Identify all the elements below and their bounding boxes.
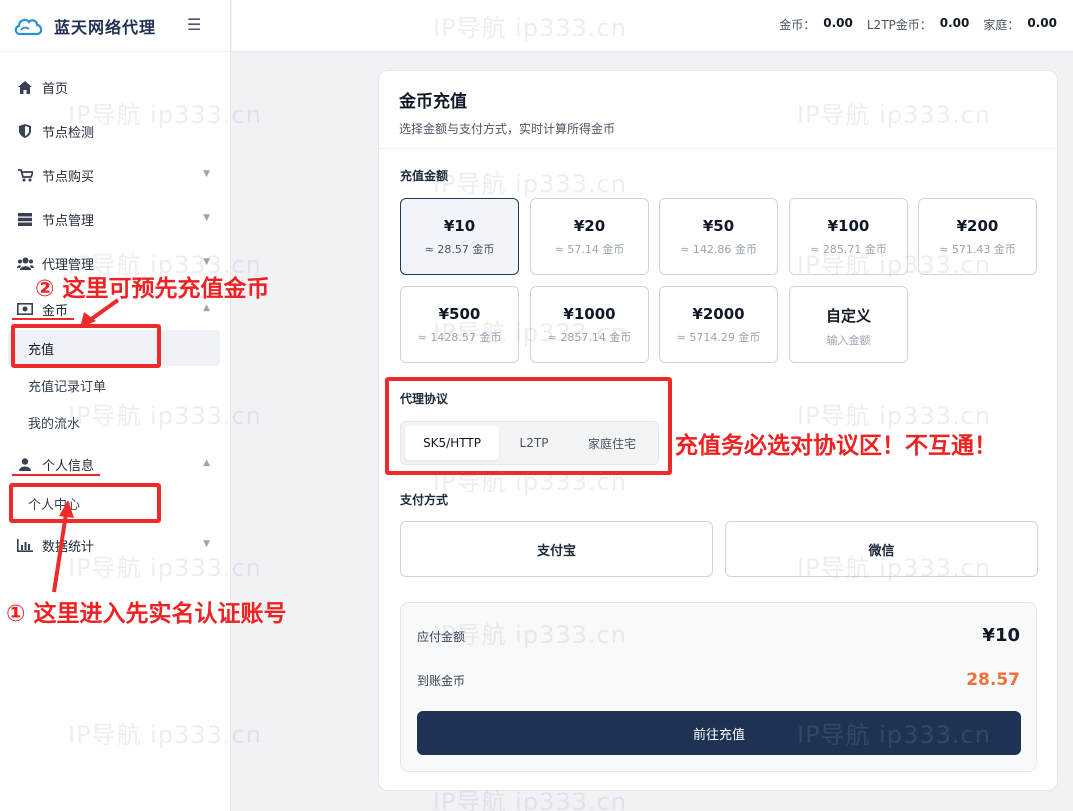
go-recharge-button[interactable]: 前往充值: [417, 711, 1021, 755]
amount-coins: ≈ 2857.14 金币: [547, 331, 632, 344]
cart-icon: [16, 168, 34, 182]
brand-name: 蓝天网络代理: [54, 17, 157, 37]
cloud-logo-icon: [14, 18, 43, 35]
payment-wechat-button[interactable]: 微信: [725, 521, 1038, 577]
sidebar-item-home[interactable]: 首页: [8, 69, 220, 105]
sidebar-item-node-check[interactable]: 节点检测: [8, 113, 220, 149]
sidebar-subitem-recharge-orders[interactable]: 充值记录订单: [8, 367, 220, 403]
hamburger-menu-icon[interactable]: ☰: [187, 15, 201, 34]
amount-coins: ≈ 1428.57 金币: [417, 331, 502, 344]
sidebar-item-node-manage[interactable]: 节点管理 ▼: [8, 201, 220, 237]
amount-option-500[interactable]: ¥500 ≈ 1428.57 金币: [400, 286, 519, 363]
sidebar-item-node-purchase[interactable]: 节点购买 ▼: [8, 157, 220, 193]
amount-option-custom[interactable]: 自定义 输入金额: [789, 286, 908, 363]
server-icon: [16, 212, 34, 226]
sidebar-item-label: 节点管理: [42, 213, 95, 229]
amount-price: ¥20: [573, 217, 606, 235]
chevron-up-icon: ▲: [203, 303, 210, 313]
amount-option-50[interactable]: ¥50 ≈ 142.86 金币: [659, 198, 778, 275]
money-icon: [16, 303, 34, 315]
annotation-note-protocol: 充值务必选对协议区！不互通！: [675, 433, 997, 459]
amount-price: ¥10: [443, 217, 476, 235]
amount-coins: 输入金额: [826, 334, 871, 347]
card-header: 金币充值 选择金额与支付方式，实时计算所得金币: [379, 71, 1057, 149]
order-summary: 应付金额 ¥10 到账金币 28.57 前往充值: [400, 602, 1037, 772]
chevron-down-icon: ▼: [203, 169, 210, 179]
balance-summary: 金币： 0.00 L2TP金币： 0.00 家庭： 0.00: [765, 16, 1057, 33]
amount-coins: ≈ 57.14 金币: [554, 243, 625, 256]
amount-option-100[interactable]: ¥100 ≈ 285.71 金币: [789, 198, 908, 275]
amount-option-2000[interactable]: ¥2000 ≈ 5714.29 金币: [659, 286, 778, 363]
payable-label: 应付金额: [417, 630, 466, 644]
amount-price: ¥100: [827, 217, 870, 235]
amount-option-20[interactable]: ¥20 ≈ 57.14 金币: [530, 198, 649, 275]
amount-option-200[interactable]: ¥200 ≈ 571.43 金币: [918, 198, 1037, 275]
amount-section-label: 充值金额: [400, 169, 449, 183]
amount-coins: ≈ 28.57 金币: [424, 243, 495, 256]
coins-received-label: 到账金币: [417, 674, 466, 688]
annotation-note-recharge: ② 这里可预先充值金币: [35, 276, 270, 302]
bar-chart-icon: [16, 538, 34, 552]
gold-balance-label: 金币：: [779, 18, 816, 32]
brand-bar: 蓝天网络代理 ☰: [0, 0, 230, 52]
page-subtitle: 选择金额与支付方式，实时计算所得金币: [399, 122, 616, 136]
chevron-down-icon: ▼: [203, 257, 210, 267]
sidebar-subitem-label: 充值记录订单: [28, 379, 107, 395]
top-bar: 金币： 0.00 L2TP金币： 0.00 家庭： 0.00: [232, 0, 1073, 52]
amount-price: 自定义: [825, 307, 871, 325]
amount-price: ¥200: [956, 217, 999, 235]
amount-price: ¥500: [438, 305, 481, 323]
amount-coins: ≈ 142.86 金币: [680, 243, 757, 256]
annotation-box-protocol: [385, 377, 672, 475]
sidebar-item-label: 首页: [42, 81, 69, 97]
amount-coins: ≈ 285.71 金币: [810, 243, 887, 256]
sidebar-item-label: 节点购买: [42, 169, 95, 185]
payment-alipay-button[interactable]: 支付宝: [400, 521, 713, 577]
amount-option-1000[interactable]: ¥1000 ≈ 2857.14 金币: [530, 286, 649, 363]
amount-coins: ≈ 571.43 金币: [939, 243, 1016, 256]
page-title: 金币充值: [399, 92, 467, 112]
home-balance-label: 家庭：: [983, 18, 1020, 32]
chevron-down-icon: ▼: [203, 539, 210, 549]
sidebar-subitem-label: 我的流水: [28, 416, 81, 432]
amount-price: ¥50: [702, 217, 735, 235]
l2tp-balance-value: 0.00: [939, 16, 970, 30]
sidebar-item-statistics[interactable]: 数据统计 ▼: [8, 527, 220, 563]
payment-section-label: 支付方式: [400, 493, 449, 507]
amount-price: ¥1000: [563, 305, 616, 323]
user-icon: [16, 457, 34, 471]
users-icon: [16, 257, 34, 270]
shield-icon: [16, 124, 34, 138]
sidebar-subitem-my-flow[interactable]: 我的流水: [8, 404, 220, 440]
gold-balance-value: 0.00: [823, 16, 853, 30]
amount-price: ¥2000: [692, 305, 745, 323]
amount-option-10[interactable]: ¥10 ≈ 28.57 金币: [400, 198, 519, 275]
sidebar-item-label: 数据统计: [42, 539, 95, 555]
payable-value: ¥10: [982, 625, 1020, 646]
chevron-down-icon: ▼: [203, 213, 210, 223]
annotation-box-recharge: [11, 324, 161, 368]
l2tp-balance-label: L2TP金币：: [866, 18, 932, 32]
chevron-up-icon: ▲: [203, 458, 210, 468]
sidebar-item-label: 节点检测: [42, 125, 95, 141]
amount-coins: ≈ 5714.29 金币: [676, 331, 761, 344]
home-balance-value: 0.00: [1027, 16, 1057, 30]
sidebar-item-label: 个人信息: [42, 458, 95, 474]
annotation-underline-profile: [12, 474, 100, 476]
annotation-box-personal-center: [9, 483, 161, 523]
coins-received-value: 28.57: [966, 670, 1020, 690]
sidebar-item-profile[interactable]: 个人信息 ▲: [8, 446, 220, 482]
sidebar: 蓝天网络代理 ☰ 首页 节点检测 节点购买 ▼ 节点管理 ▼ 代理管理 ▼ 金币…: [0, 0, 231, 811]
home-icon: [16, 80, 34, 94]
annotation-note-profile: ① 这里进入先实名认证账号: [6, 601, 287, 627]
annotation-underline-gold: [12, 318, 74, 320]
